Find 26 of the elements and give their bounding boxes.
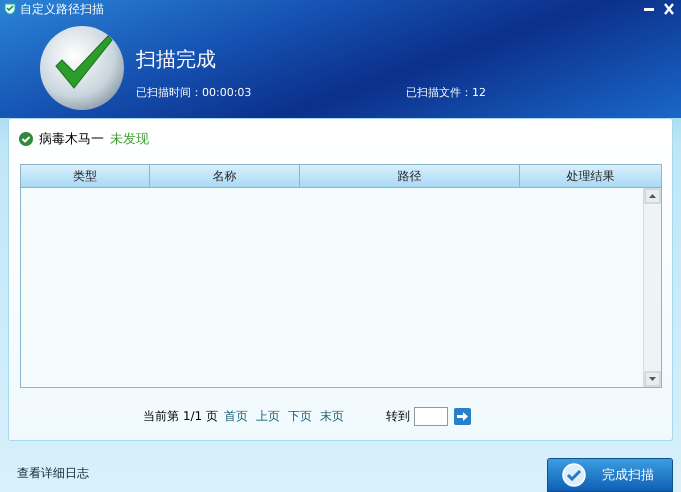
column-header[interactable]: 处理结果 [520,165,661,187]
page-number-field[interactable] [414,407,448,426]
check-icon [19,132,33,146]
scroll-down-icon[interactable] [644,371,661,387]
page-nav-link[interactable]: 下页 [288,408,312,425]
threat-category-label: 病毒木马一 [39,131,104,148]
shield-logo-icon [4,3,16,15]
page-nav-link[interactable]: 首页 [224,408,248,425]
scanned-files: 已扫描文件：12 [406,85,486,100]
scan-status-title: 扫描完成 [136,46,217,73]
elapsed-time: 已扫描时间：00:00:03 [136,85,252,100]
column-header[interactable]: 类型 [21,165,150,187]
goto-label: 转到 [386,408,410,425]
close-icon[interactable] [661,2,677,16]
finish-scan-button[interactable]: 完成扫描 [547,458,673,492]
page-nav-link[interactable]: 末页 [320,408,344,425]
column-header[interactable]: 名称 [150,165,300,187]
page-nav-link[interactable]: 上页 [256,408,280,425]
scroll-up-icon[interactable] [644,188,661,204]
check-icon [562,463,586,487]
threat-status: 未发现 [110,131,149,148]
column-header[interactable]: 路径 [300,165,520,187]
view-log-link[interactable]: 查看详细日志 [17,465,89,482]
window-title: 自定义路径扫描 [20,0,105,18]
page-info: 当前第 1/1 页 [143,408,218,425]
scrollbar[interactable] [643,188,661,387]
